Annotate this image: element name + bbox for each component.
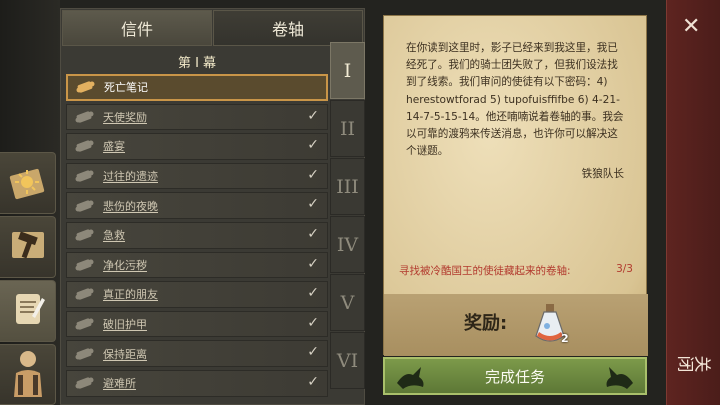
checkmark-icon: ✓ bbox=[307, 107, 319, 124]
checkmark-icon: ✓ bbox=[307, 255, 319, 272]
scroll-icon bbox=[75, 376, 97, 390]
quest-list-item[interactable]: 真正的朋友 ✓ bbox=[66, 281, 328, 308]
chapter-title: 第 I 幕 bbox=[177, 56, 217, 71]
crafting-nav-button[interactable] bbox=[0, 216, 56, 278]
quest-list-item[interactable]: 盛宴 ✓ bbox=[66, 133, 328, 160]
quest-list-item[interactable]: 死亡笔记 bbox=[66, 74, 328, 101]
reward-count: 2 bbox=[561, 332, 569, 345]
scroll-icon bbox=[75, 110, 97, 124]
chapter-selector: I II III IV V VI bbox=[330, 42, 365, 405]
scroll-icon bbox=[75, 169, 97, 183]
quest-list-item-label: 避难所 bbox=[103, 377, 136, 391]
checkmark-icon: ✓ bbox=[307, 137, 319, 154]
quests-nav-button[interactable] bbox=[0, 280, 56, 342]
character-nav-button[interactable] bbox=[0, 344, 56, 405]
letter-body: 在你读到这里时，影子已经来到我这里，我已经死了。我们的骑士团失败了，但我们设法找… bbox=[406, 42, 624, 158]
close-label[interactable]: 关闭 bbox=[678, 350, 712, 375]
quest-list-item[interactable]: 避难所 ✓ bbox=[66, 369, 328, 397]
quest-list-item-label: 悲伤的夜晚 bbox=[103, 199, 158, 213]
quest-scroll-icon bbox=[8, 288, 48, 334]
quest-list-item-label: 净化污秽 bbox=[103, 258, 147, 272]
close-icon[interactable]: ✕ bbox=[682, 14, 700, 39]
raven-icon bbox=[603, 363, 635, 395]
objective-progress: 3/3 bbox=[616, 263, 633, 275]
quest-list-item[interactable]: 悲伤的夜晚 ✓ bbox=[66, 192, 328, 219]
quest-list-item-label: 天使奖励 bbox=[103, 110, 147, 124]
quest-list-item-label: 真正的朋友 bbox=[103, 288, 158, 302]
scroll-icon bbox=[75, 139, 97, 153]
checkmark-icon: ✓ bbox=[307, 285, 319, 302]
scroll-icon bbox=[75, 287, 97, 301]
complete-quest-label: 完成任务 bbox=[484, 367, 545, 386]
scroll-icon bbox=[75, 228, 97, 242]
quest-list-item-label: 保持距离 bbox=[103, 347, 147, 361]
chapter-tab[interactable]: IV bbox=[330, 216, 365, 273]
quest-list-item[interactable]: 天使奖励 ✓ bbox=[66, 103, 328, 131]
quest-list: 死亡笔记 天使奖励 ✓ 盛宴 ✓ 过往的遗迹 ✓ 悲伤的夜晚 ✓ 急救 ✓ 净化污秽 ✓ 真正的朋友 ✓ 破旧… bbox=[66, 74, 328, 405]
letter-signature: 铁狼队长 bbox=[581, 168, 624, 180]
quest-list-item[interactable]: 过往的遗迹 ✓ bbox=[66, 162, 328, 190]
checkmark-icon: ✓ bbox=[307, 166, 319, 183]
tab-letters[interactable]: 信件 bbox=[62, 10, 212, 46]
sun-book-icon bbox=[8, 162, 48, 204]
tab-scrolls[interactable]: 卷轴 bbox=[213, 10, 363, 46]
chapter-tab[interactable]: VI bbox=[330, 332, 365, 389]
journal-nav-button[interactable] bbox=[0, 152, 56, 214]
quest-list-item[interactable]: 急救 ✓ bbox=[66, 221, 328, 249]
map-hammer-icon bbox=[8, 226, 48, 268]
quest-list-item-label: 盛宴 bbox=[103, 140, 125, 154]
quest-list-item[interactable]: 保持距离 ✓ bbox=[66, 340, 328, 367]
chapter-tab[interactable]: V bbox=[330, 274, 365, 331]
reward-bar: 奖励: 2 bbox=[384, 294, 648, 356]
checkmark-icon: ✓ bbox=[307, 314, 319, 331]
quest-list-item-label: 破旧护甲 bbox=[103, 318, 147, 332]
checkmark-icon: ✓ bbox=[307, 196, 319, 213]
reward-label: 奖励: bbox=[464, 313, 508, 334]
checkmark-icon: ✓ bbox=[307, 225, 319, 242]
complete-quest-button[interactable]: 完成任务 bbox=[383, 357, 647, 395]
scroll-icon bbox=[75, 258, 97, 272]
chapter-tab[interactable]: I bbox=[330, 42, 365, 99]
quest-list-item-label: 过往的遗迹 bbox=[103, 170, 158, 184]
objective-text: 寻找被冷酷国王的使徒藏起来的卷轴: bbox=[399, 265, 571, 277]
close-panel[interactable]: ✕ 关闭 bbox=[666, 0, 720, 405]
quest-list-item-label: 死亡笔记 bbox=[104, 81, 148, 95]
chapter-tab[interactable]: II bbox=[330, 100, 365, 157]
scroll-icon bbox=[75, 199, 97, 213]
quest-objective: 寻找被冷酷国王的使徒藏起来的卷轴: 3/3 bbox=[399, 263, 633, 278]
scroll-icon bbox=[75, 347, 97, 361]
chapter-tab[interactable]: III bbox=[330, 158, 365, 215]
letter-paper: 在你读到这里时，影子已经来到我这里，我已经死了。我们的骑士团失败了，但我们设法找… bbox=[383, 15, 648, 356]
raven-icon bbox=[395, 363, 427, 395]
quest-list-item[interactable]: 净化污秽 ✓ bbox=[66, 251, 328, 279]
scroll-icon bbox=[76, 80, 98, 94]
character-icon bbox=[8, 347, 48, 403]
quest-list-item[interactable]: 破旧护甲 ✓ bbox=[66, 310, 328, 338]
checkmark-icon: ✓ bbox=[307, 373, 319, 390]
checkmark-icon: ✓ bbox=[307, 344, 319, 361]
scroll-icon bbox=[75, 317, 97, 331]
quest-list-item-label: 急救 bbox=[103, 229, 125, 243]
